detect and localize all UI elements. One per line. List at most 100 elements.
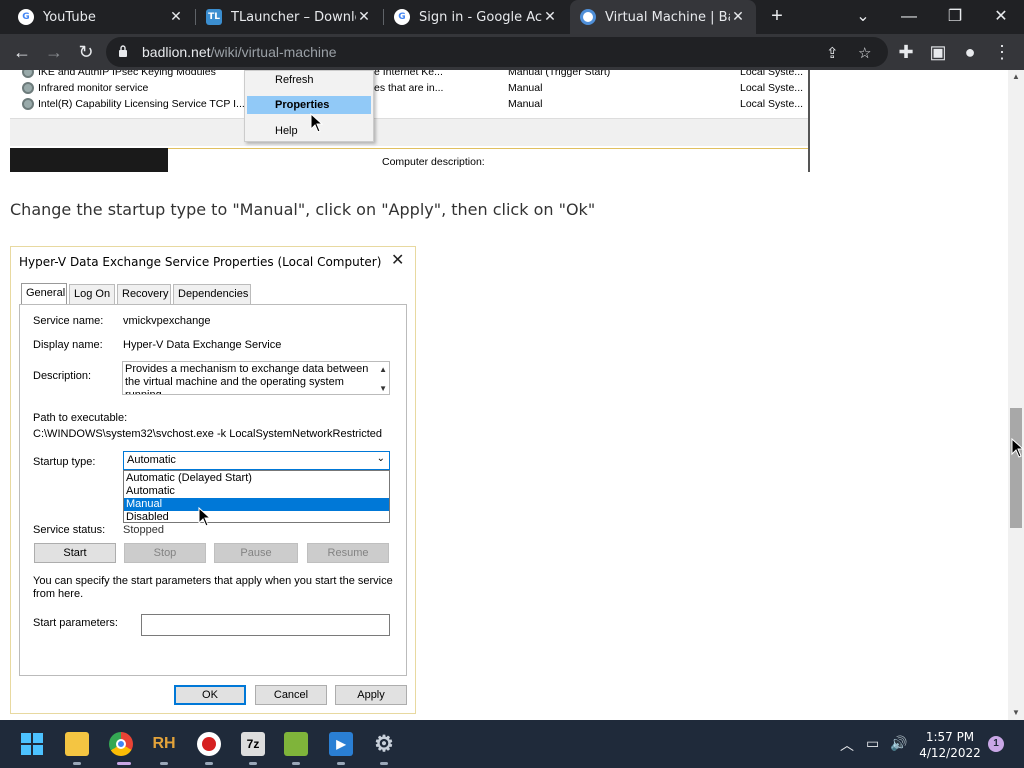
chrome-icon[interactable] xyxy=(109,732,133,756)
tab-title: YouTube xyxy=(43,9,96,25)
service-status-value: Stopped xyxy=(123,524,164,536)
google-g-icon: G xyxy=(394,9,410,25)
context-menu: Refresh Properties Help xyxy=(244,70,374,142)
volume-icon[interactable]: 🔊 xyxy=(890,735,907,752)
scroll-down-icon[interactable]: ▼ xyxy=(1008,706,1024,720)
running-indicator xyxy=(292,762,300,765)
running-indicator xyxy=(205,762,213,765)
service-row: Intel(R) Capability Licensing Service TC… xyxy=(10,96,808,112)
computer-description-label: Computer description: xyxy=(382,156,485,168)
tab-log-on[interactable]: Log On xyxy=(69,284,115,304)
running-indicator xyxy=(380,762,388,765)
scrollbar-thumb[interactable] xyxy=(1010,408,1022,528)
general-tab-panel: Service name: vmickvpexchange Display na… xyxy=(19,304,407,676)
startup-type-label: Startup type: xyxy=(33,456,96,468)
context-menu-item-help[interactable]: Help xyxy=(247,122,371,140)
clock-date: 4/12/2022 xyxy=(919,746,981,760)
services-dark-panel xyxy=(10,148,168,172)
scroll-up-icon[interactable]: ▲ xyxy=(379,363,387,376)
close-icon[interactable]: ✕ xyxy=(542,9,558,25)
active-indicator xyxy=(117,762,131,765)
window-close-icon[interactable]: ✕ xyxy=(978,4,1024,30)
new-tab-button[interactable]: + xyxy=(766,5,788,27)
restore-icon[interactable]: ❐ xyxy=(932,4,978,30)
service-name-label: Service name: xyxy=(33,315,104,327)
clock-time: 1:57 PM xyxy=(925,730,975,744)
running-indicator xyxy=(249,762,257,765)
notepad-icon[interactable] xyxy=(284,732,308,756)
startup-type-select[interactable]: Automatic ⌄ xyxy=(123,451,390,470)
file-explorer-icon[interactable] xyxy=(65,732,89,756)
service-status-label: Service status: xyxy=(33,524,106,536)
page-scrollbar[interactable]: ▲ ▼ xyxy=(1008,70,1024,720)
tab-google-signin[interactable]: G Sign in - Google Accou ✕ xyxy=(384,0,568,34)
display-name-label: Display name: xyxy=(33,339,103,351)
badlion-icon xyxy=(580,9,596,25)
media-icon[interactable]: ▶ xyxy=(329,732,353,756)
address-bar[interactable]: badlion.net/wiki/virtual-machine ⇪ ☆ xyxy=(106,37,888,67)
tl-icon: TL xyxy=(206,9,222,25)
tab-virtual-machine[interactable]: Virtual Machine | Badlin ✕ xyxy=(570,0,756,34)
dropdown-option[interactable]: Automatic (Delayed Start) xyxy=(124,472,389,485)
kebab-menu-icon[interactable]: ⋮ xyxy=(988,38,1016,66)
apply-button[interactable]: Apply xyxy=(335,685,407,705)
share-icon[interactable]: ⇪ xyxy=(826,44,839,62)
browser-toolbar: ← → ↻ badlion.net/wiki/virtual-machine ⇪… xyxy=(0,34,1024,70)
recorder-icon[interactable] xyxy=(197,732,221,756)
chevron-up-icon[interactable]: ︿ xyxy=(840,735,854,755)
chevron-down-icon[interactable]: ⌄ xyxy=(840,4,886,30)
7zip-icon[interactable]: 7z xyxy=(241,732,265,756)
instruction-text: Change the startup type to "Manual", cli… xyxy=(10,200,596,219)
context-menu-item-refresh[interactable]: Refresh xyxy=(247,71,371,89)
rh-icon[interactable]: RH xyxy=(152,732,176,756)
running-indicator xyxy=(160,762,168,765)
close-icon[interactable]: ✕ xyxy=(730,9,746,25)
pause-button[interactable]: Pause xyxy=(214,543,298,563)
close-icon[interactable]: ✕ xyxy=(391,250,404,270)
tab-general[interactable]: General xyxy=(21,283,67,304)
description-field[interactable]: Provides a mechanism to exchange data be… xyxy=(122,361,390,395)
dropdown-option-selected[interactable]: Manual xyxy=(124,498,389,511)
scroll-down-icon[interactable]: ▼ xyxy=(379,382,387,394)
side-panel-icon[interactable]: ▣ xyxy=(924,38,952,66)
reload-icon[interactable]: ↻ xyxy=(72,38,100,66)
windows-start-icon[interactable] xyxy=(20,732,44,756)
tab-youtube[interactable]: G YouTube ✕ xyxy=(8,0,194,34)
chevron-down-icon: ⌄ xyxy=(376,453,385,464)
display-name-value: Hyper-V Data Exchange Service xyxy=(123,339,282,351)
stop-button[interactable]: Stop xyxy=(124,543,206,563)
service-row: Infrared monitor service es that are in.… xyxy=(10,80,808,96)
dialog-title: Hyper-V Data Exchange Service Properties… xyxy=(19,255,382,269)
close-icon[interactable]: ✕ xyxy=(356,9,372,25)
notification-badge[interactable]: 1 xyxy=(988,736,1004,752)
system-clock[interactable]: 1:57 PM 4/12/2022 xyxy=(918,729,982,761)
network-icon[interactable]: ▭ xyxy=(866,735,879,752)
tab-tlauncher[interactable]: TL TLauncher – Download ✕ xyxy=(196,0,382,34)
start-button[interactable]: Start xyxy=(34,543,116,563)
tab-recovery[interactable]: Recovery xyxy=(117,284,171,304)
dropdown-option[interactable]: Disabled xyxy=(124,511,389,524)
forward-arrow-icon[interactable]: → xyxy=(40,38,68,66)
scroll-up-icon[interactable]: ▲ xyxy=(1008,70,1024,84)
settings-icon[interactable]: ⚙ xyxy=(372,731,396,756)
ok-button[interactable]: OK xyxy=(174,685,246,705)
profile-avatar-icon[interactable]: ● xyxy=(956,38,984,66)
close-icon[interactable]: ✕ xyxy=(168,9,184,25)
dropdown-option[interactable]: Automatic xyxy=(124,485,389,498)
start-params-input[interactable] xyxy=(141,614,390,636)
extensions-puzzle-icon[interactable]: ✚ xyxy=(892,38,920,66)
url-text: badlion.net/wiki/virtual-machine xyxy=(142,44,337,60)
bookmark-star-icon[interactable]: ☆ xyxy=(858,44,871,62)
back-arrow-icon[interactable]: ← xyxy=(8,38,36,66)
gear-icon xyxy=(22,70,34,78)
description-label: Description: xyxy=(33,370,92,382)
context-menu-item-properties[interactable]: Properties xyxy=(247,96,371,114)
description-text: Provides a mechanism to exchange data be… xyxy=(125,363,369,395)
tab-dependencies[interactable]: Dependencies xyxy=(173,284,251,304)
google-g-icon: G xyxy=(18,9,34,25)
tab-title: Sign in - Google Accou xyxy=(419,9,542,25)
cancel-button[interactable]: Cancel xyxy=(255,685,327,705)
mouse-cursor-icon xyxy=(310,113,324,133)
resume-button[interactable]: Resume xyxy=(307,543,389,563)
minimize-icon[interactable]: — xyxy=(886,4,932,30)
